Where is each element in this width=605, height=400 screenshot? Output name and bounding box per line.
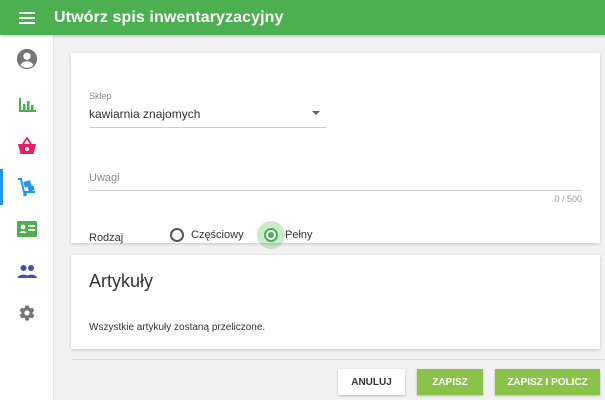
- dolly-cart-icon: [18, 178, 35, 197]
- hamburger-menu-icon: [19, 11, 35, 24]
- contact-card-icon: [17, 221, 37, 237]
- top-app-bar: Utwórz spis inwentaryzacyjny: [0, 0, 605, 35]
- radio-full[interactable]: Pełny: [257, 221, 313, 249]
- radio-partial-label: Częściowy: [191, 229, 244, 241]
- settings-gear-icon: [19, 305, 35, 321]
- radio-full-label: Pełny: [285, 229, 313, 241]
- notes-input[interactable]: [89, 165, 581, 189]
- shopping-basket-icon: [18, 137, 36, 154]
- sidebar-item-inventory[interactable]: [0, 169, 54, 205]
- account-circle-icon: [16, 48, 38, 70]
- menu-button[interactable]: [0, 0, 54, 35]
- footer-divider: [71, 359, 605, 360]
- people-icon: [17, 265, 37, 278]
- notes-underline: [89, 190, 582, 191]
- articles-title: Artykuły: [89, 271, 154, 291]
- sidebar-nav: [0, 35, 54, 400]
- save-and-count-button[interactable]: ZAPISZ I POLICZ: [495, 369, 600, 395]
- radio-partial[interactable]: Częściowy: [170, 228, 244, 242]
- inventory-form-card: Sklep kawiarnia znajomych Uwagi 0 / 500 …: [71, 53, 600, 249]
- bar-chart-icon: [19, 98, 36, 112]
- articles-description: Wszystkie artykuły zostaną przeliczone.: [89, 322, 266, 333]
- notes-char-counter: 0 / 500: [554, 194, 582, 204]
- shop-select[interactable]: [89, 89, 327, 129]
- radio-checked-icon: [264, 228, 278, 242]
- sidebar-item-reports[interactable]: [0, 86, 54, 122]
- radio-unchecked-icon: [170, 228, 184, 242]
- articles-card: Artykuły Wszystkie artykuły zostaną prze…: [71, 255, 600, 349]
- type-label: Rodzaj: [89, 232, 124, 244]
- page-title: Utwórz spis inwentaryzacyjny: [54, 8, 284, 26]
- save-button[interactable]: ZAPISZ: [417, 369, 483, 395]
- sidebar-item-users[interactable]: [0, 253, 54, 289]
- sidebar-item-settings[interactable]: [0, 295, 54, 331]
- cancel-button[interactable]: ANULUJ: [338, 369, 405, 395]
- sidebar-item-account[interactable]: [0, 41, 54, 77]
- sidebar-item-sales[interactable]: [0, 128, 54, 164]
- sidebar-item-contacts[interactable]: [0, 211, 54, 247]
- main-content: Sklep kawiarnia znajomych Uwagi 0 / 500 …: [54, 35, 605, 400]
